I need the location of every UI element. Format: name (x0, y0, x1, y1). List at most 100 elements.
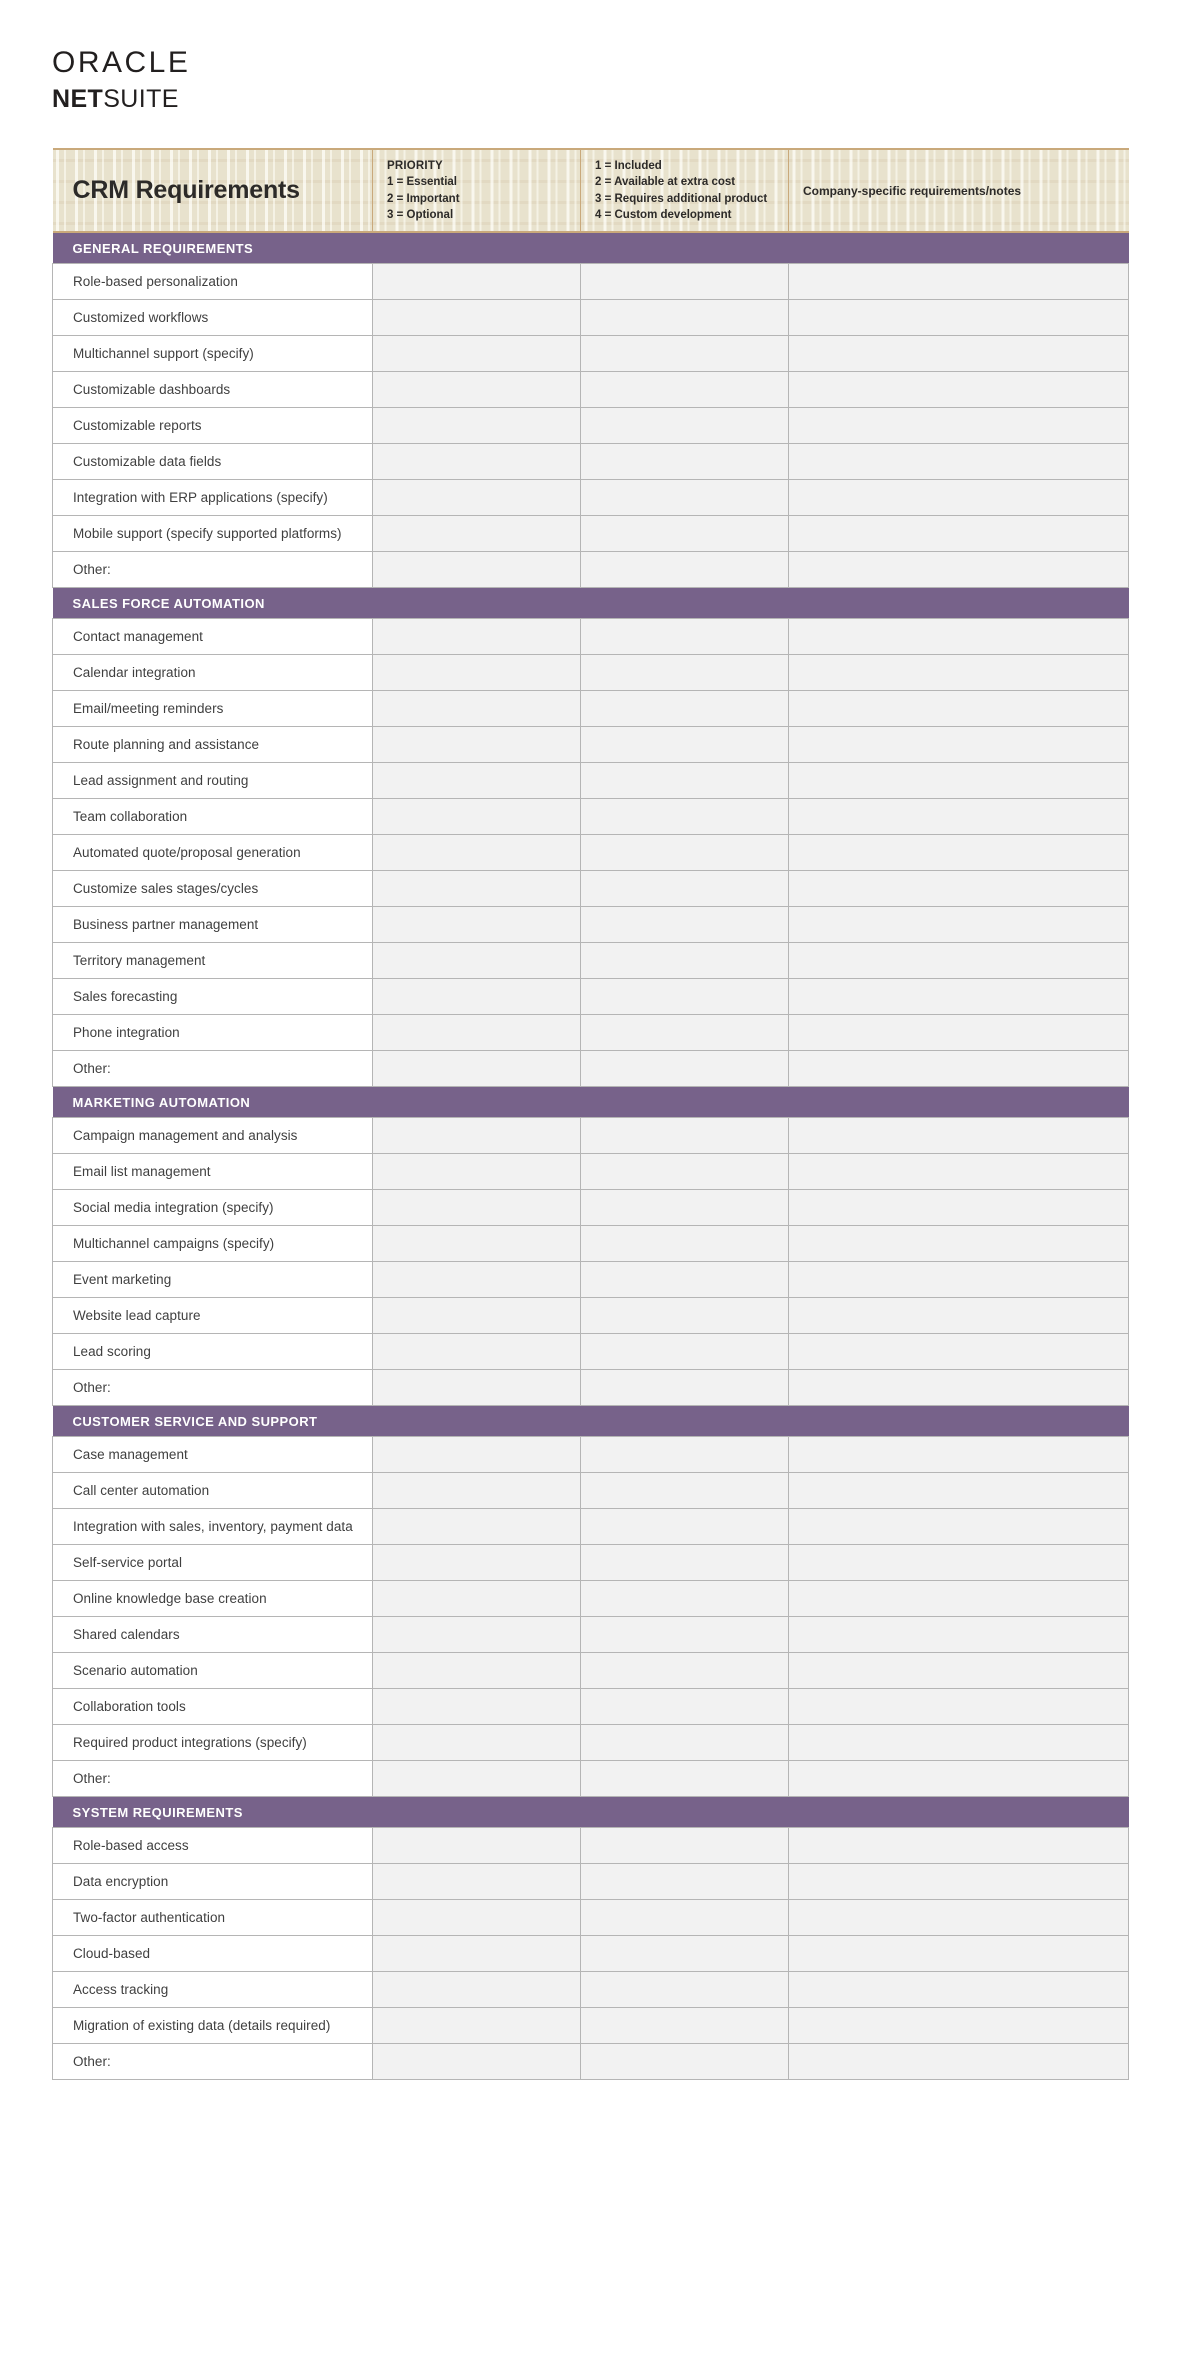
priority-input-cell[interactable] (372, 335, 581, 373)
priority-input-cell[interactable] (372, 371, 581, 409)
notes-input-cell[interactable] (788, 942, 1129, 980)
notes-input-cell[interactable] (788, 1225, 1129, 1263)
priority-input-cell[interactable] (372, 1863, 581, 1901)
priority-input-cell[interactable] (372, 1688, 581, 1726)
priority-input-cell[interactable] (372, 1616, 581, 1654)
priority-input-cell[interactable] (372, 798, 581, 836)
notes-input-cell[interactable] (788, 1436, 1129, 1474)
priority-input-cell[interactable] (372, 906, 581, 944)
availability-input-cell[interactable] (580, 690, 789, 728)
availability-input-cell[interactable] (580, 1899, 789, 1937)
priority-input-cell[interactable] (372, 1189, 581, 1227)
priority-input-cell[interactable] (372, 1261, 581, 1299)
availability-input-cell[interactable] (580, 2043, 789, 2081)
priority-input-cell[interactable] (372, 299, 581, 337)
availability-input-cell[interactable] (580, 371, 789, 409)
availability-input-cell[interactable] (580, 1189, 789, 1227)
priority-input-cell[interactable] (372, 1014, 581, 1052)
notes-input-cell[interactable] (788, 1544, 1129, 1582)
priority-input-cell[interactable] (372, 1153, 581, 1191)
notes-input-cell[interactable] (788, 1580, 1129, 1618)
availability-input-cell[interactable] (580, 1652, 789, 1690)
notes-input-cell[interactable] (788, 1333, 1129, 1371)
availability-input-cell[interactable] (580, 978, 789, 1016)
notes-input-cell[interactable] (788, 654, 1129, 692)
priority-input-cell[interactable] (372, 1297, 581, 1335)
notes-input-cell[interactable] (788, 407, 1129, 445)
priority-input-cell[interactable] (372, 1580, 581, 1618)
availability-input-cell[interactable] (580, 263, 789, 301)
notes-input-cell[interactable] (788, 2043, 1129, 2081)
notes-input-cell[interactable] (788, 1935, 1129, 1973)
notes-input-cell[interactable] (788, 1153, 1129, 1191)
priority-input-cell[interactable] (372, 479, 581, 517)
priority-input-cell[interactable] (372, 1225, 581, 1263)
priority-input-cell[interactable] (372, 1333, 581, 1371)
notes-input-cell[interactable] (788, 263, 1129, 301)
availability-input-cell[interactable] (580, 834, 789, 872)
priority-input-cell[interactable] (372, 978, 581, 1016)
notes-input-cell[interactable] (788, 443, 1129, 481)
availability-input-cell[interactable] (580, 1261, 789, 1299)
priority-input-cell[interactable] (372, 515, 581, 553)
notes-input-cell[interactable] (788, 1472, 1129, 1510)
availability-input-cell[interactable] (580, 1688, 789, 1726)
notes-input-cell[interactable] (788, 479, 1129, 517)
availability-input-cell[interactable] (580, 1153, 789, 1191)
availability-input-cell[interactable] (580, 335, 789, 373)
availability-input-cell[interactable] (580, 1014, 789, 1052)
availability-input-cell[interactable] (580, 1971, 789, 2009)
availability-input-cell[interactable] (580, 1935, 789, 1973)
notes-input-cell[interactable] (788, 1899, 1129, 1937)
availability-input-cell[interactable] (580, 942, 789, 980)
priority-input-cell[interactable] (372, 1652, 581, 1690)
availability-input-cell[interactable] (580, 1225, 789, 1263)
notes-input-cell[interactable] (788, 1827, 1129, 1865)
priority-input-cell[interactable] (372, 1935, 581, 1973)
priority-input-cell[interactable] (372, 1760, 581, 1798)
notes-input-cell[interactable] (788, 1724, 1129, 1762)
priority-input-cell[interactable] (372, 834, 581, 872)
priority-input-cell[interactable] (372, 726, 581, 764)
notes-input-cell[interactable] (788, 870, 1129, 908)
availability-input-cell[interactable] (580, 1760, 789, 1798)
priority-input-cell[interactable] (372, 1724, 581, 1762)
priority-input-cell[interactable] (372, 1369, 581, 1407)
notes-input-cell[interactable] (788, 1508, 1129, 1546)
priority-input-cell[interactable] (372, 2043, 581, 2081)
notes-input-cell[interactable] (788, 1261, 1129, 1299)
availability-input-cell[interactable] (580, 1827, 789, 1865)
notes-input-cell[interactable] (788, 515, 1129, 553)
notes-input-cell[interactable] (788, 1297, 1129, 1335)
notes-input-cell[interactable] (788, 726, 1129, 764)
notes-input-cell[interactable] (788, 335, 1129, 373)
availability-input-cell[interactable] (580, 443, 789, 481)
availability-input-cell[interactable] (580, 762, 789, 800)
notes-input-cell[interactable] (788, 1688, 1129, 1726)
priority-input-cell[interactable] (372, 654, 581, 692)
availability-input-cell[interactable] (580, 1724, 789, 1762)
availability-input-cell[interactable] (580, 479, 789, 517)
priority-input-cell[interactable] (372, 762, 581, 800)
availability-input-cell[interactable] (580, 407, 789, 445)
availability-input-cell[interactable] (580, 299, 789, 337)
priority-input-cell[interactable] (372, 551, 581, 589)
notes-input-cell[interactable] (788, 1117, 1129, 1155)
availability-input-cell[interactable] (580, 798, 789, 836)
availability-input-cell[interactable] (580, 2007, 789, 2045)
availability-input-cell[interactable] (580, 1297, 789, 1335)
notes-input-cell[interactable] (788, 2007, 1129, 2045)
notes-input-cell[interactable] (788, 1189, 1129, 1227)
availability-input-cell[interactable] (580, 515, 789, 553)
notes-input-cell[interactable] (788, 371, 1129, 409)
availability-input-cell[interactable] (580, 870, 789, 908)
notes-input-cell[interactable] (788, 1652, 1129, 1690)
priority-input-cell[interactable] (372, 407, 581, 445)
priority-input-cell[interactable] (372, 1899, 581, 1937)
notes-input-cell[interactable] (788, 762, 1129, 800)
availability-input-cell[interactable] (580, 1544, 789, 1582)
priority-input-cell[interactable] (372, 1544, 581, 1582)
priority-input-cell[interactable] (372, 1971, 581, 2009)
notes-input-cell[interactable] (788, 1863, 1129, 1901)
availability-input-cell[interactable] (580, 1436, 789, 1474)
